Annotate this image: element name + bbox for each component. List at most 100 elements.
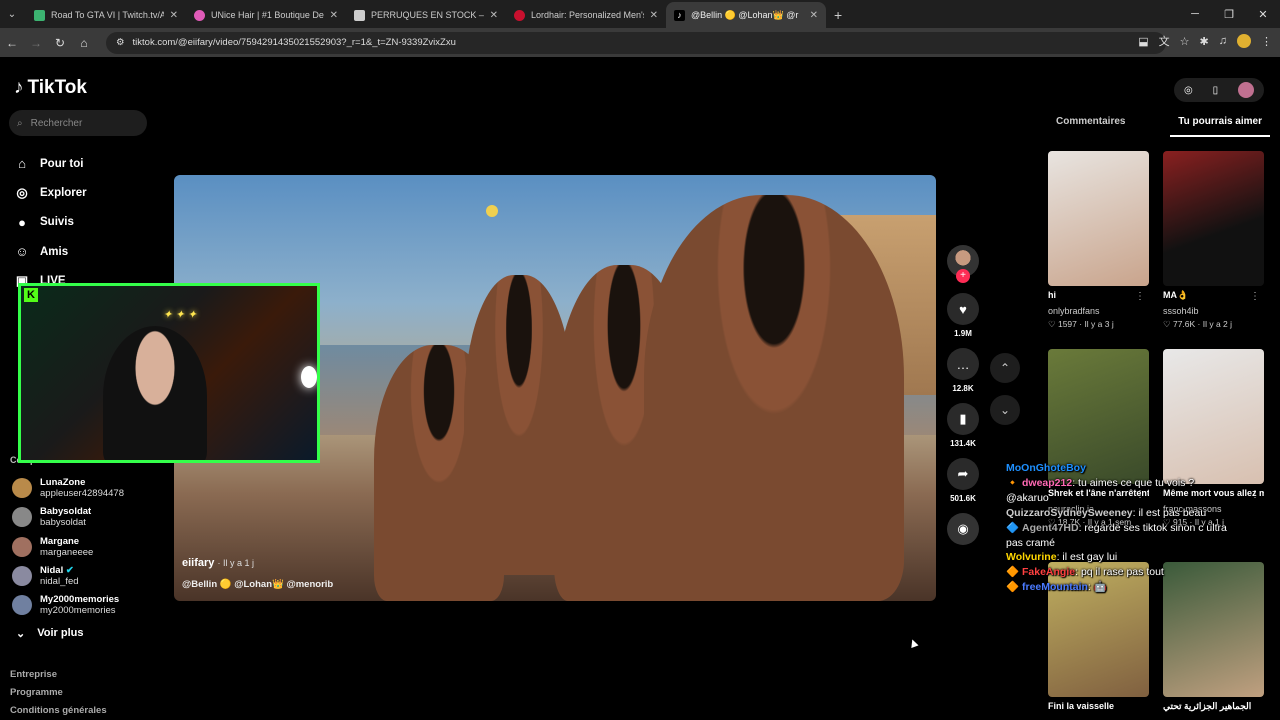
new-tab-icon[interactable]: + bbox=[834, 7, 842, 23]
search-input[interactable]: ⌕ Rechercher bbox=[9, 110, 147, 136]
tiktok-page: ♪ TikTok ⌕ Rechercher ⌂ Pour toi ◎ Explorer … bbox=[0, 57, 1280, 720]
close-tab-icon[interactable]: ✕ bbox=[490, 10, 498, 21]
tab-search-icon[interactable]: ⌄ bbox=[2, 4, 22, 24]
verified-icon: ✔ bbox=[65, 565, 74, 576]
browser-tab[interactable]: Lordhair: Personalized Men's H✕ bbox=[506, 2, 666, 28]
browser-tab[interactable]: Road To GTA VI | Twitch.tv/Akan✕ bbox=[26, 2, 186, 28]
comment-icon: … bbox=[956, 356, 970, 372]
followed-account[interactable]: Nidal ✔ nidal_fed bbox=[12, 565, 79, 587]
close-tab-icon[interactable]: ✕ bbox=[170, 10, 178, 21]
tiktok-logo[interactable]: ♪ TikTok bbox=[14, 77, 87, 99]
restore-icon[interactable]: ❐ bbox=[1212, 8, 1246, 21]
menu-icon[interactable]: ⋮ bbox=[1261, 35, 1272, 48]
sidebar-item-explorer[interactable]: ◎ Explorer bbox=[14, 178, 86, 207]
video-thumbnail bbox=[1048, 151, 1149, 286]
followed-account[interactable]: LunaZone appleuser42894478 bbox=[12, 477, 124, 499]
sidebar-item-pour-toi[interactable]: ⌂ Pour toi bbox=[14, 149, 87, 178]
avatar bbox=[12, 478, 32, 498]
more-options-icon[interactable]: ⋮ bbox=[1135, 291, 1145, 302]
following-icon: ● bbox=[18, 214, 26, 230]
video-author[interactable]: eiifary · Il y a 1 j bbox=[182, 557, 254, 569]
device-icon[interactable]: ▯ bbox=[1213, 85, 1219, 96]
music-disc-button[interactable]: ◉ bbox=[947, 513, 979, 545]
friends-icon: ☺ bbox=[15, 244, 29, 260]
search-icon: ⌕ bbox=[17, 117, 23, 129]
media-icon[interactable]: ♫ bbox=[1219, 35, 1227, 47]
ring-light-icon bbox=[301, 366, 317, 388]
avatar bbox=[12, 537, 32, 557]
sidebar-item-amis[interactable]: ☺ Amis bbox=[14, 237, 87, 266]
comment-button[interactable]: … bbox=[947, 348, 979, 380]
chat-message: 🔸 dweap212: tu aimes ce que tu vois ? @a… bbox=[1006, 476, 1195, 504]
favorite-count: 131.4K bbox=[950, 439, 976, 448]
tab-favicon-icon bbox=[34, 9, 45, 21]
bookmark-icon: ▮ bbox=[959, 411, 967, 426]
followed-account[interactable]: Margane marganeeee bbox=[12, 536, 93, 558]
avatar bbox=[12, 595, 32, 615]
close-tab-icon[interactable]: ✕ bbox=[650, 10, 658, 21]
minimize-icon[interactable]: ─ bbox=[1178, 8, 1212, 20]
bookmark-star-icon[interactable]: ☆ bbox=[1180, 35, 1190, 48]
browser-tab[interactable]: PERRUQUES EN STOCK – Glam✕ bbox=[346, 2, 506, 28]
browser-tab-active[interactable]: ♪ @Bellin 🟡 @Lohan👑 @r ✕ bbox=[666, 2, 826, 28]
install-icon[interactable]: ⬓ bbox=[1138, 35, 1148, 48]
home-icon: ⌂ bbox=[18, 156, 26, 172]
footer-link[interactable]: Entreprise bbox=[10, 669, 57, 680]
creator-avatar[interactable]: + bbox=[947, 245, 979, 283]
tab-recommendations[interactable]: Tu pourrais aimer bbox=[1170, 115, 1270, 137]
avatar bbox=[12, 566, 32, 586]
music-disc-icon: ◉ bbox=[957, 521, 969, 536]
share-button[interactable]: ➦ bbox=[947, 458, 979, 490]
chat-message: 🔶 FakeAngie: pq il rase pas tout bbox=[1006, 566, 1164, 579]
more-options-icon[interactable]: ⋮ bbox=[1250, 489, 1260, 500]
chat-badge-icon: 🔶 bbox=[1006, 581, 1020, 594]
chat-message: MoOnGhoteBoy bbox=[1006, 462, 1086, 474]
chat-badge-icon: 🔸 bbox=[1006, 476, 1020, 489]
follow-plus-icon[interactable]: + bbox=[956, 269, 970, 283]
browser-tab[interactable]: UNice Hair | #1 Boutique De Ha✕ bbox=[186, 2, 346, 28]
tab-comments[interactable]: Commentaires bbox=[1048, 115, 1133, 137]
video-ball bbox=[486, 205, 498, 217]
recommended-video-card[interactable]: ⋮ hi onlybradfans ♡ 1597 · Il y a 3 j bbox=[1048, 151, 1149, 330]
kick-logo-icon: K bbox=[24, 288, 38, 302]
profile-avatar[interactable] bbox=[1238, 82, 1255, 98]
footer-link[interactable]: Conditions générales bbox=[10, 705, 107, 716]
chat-badge-icon: 🔷 bbox=[1006, 521, 1020, 534]
streamer-webcam-overlay: K ✦ ✦ ✦ bbox=[18, 283, 320, 463]
compass-icon[interactable]: ◎ bbox=[1184, 85, 1193, 96]
profile-icon[interactable] bbox=[1237, 34, 1251, 48]
next-video-button[interactable]: ⌄ bbox=[990, 395, 1020, 425]
like-button[interactable]: ♥ bbox=[947, 293, 979, 325]
video-actions: + ♥ 1.9M … 12.8K ▮ 131.4K ➦ 501.6K ◉ bbox=[946, 245, 980, 545]
site-info-icon[interactable]: ⚙ bbox=[116, 37, 125, 48]
chat-message: 🔷 Agent47HD: regarde ses tiktok sinon c … bbox=[1006, 521, 1227, 549]
more-options-icon[interactable]: ⋮ bbox=[1250, 291, 1260, 302]
compass-icon: ◎ bbox=[16, 184, 28, 200]
video-thumbnail bbox=[1163, 151, 1264, 286]
video-caption[interactable]: @Bellin 🟡 @Lohan👑 @menorib bbox=[182, 579, 333, 590]
forward-icon[interactable]: → bbox=[24, 36, 48, 50]
url-field[interactable]: ⚙ tiktok.com/@eiifary/video/7594291435021… bbox=[106, 31, 1166, 54]
translate-icon[interactable]: 文 bbox=[1159, 33, 1170, 49]
sidebar-nav: ⌂ Pour toi ◎ Explorer ● Suivis ☺ Amis ▣ LIVE bbox=[14, 149, 87, 295]
close-tab-icon[interactable]: ✕ bbox=[330, 10, 338, 21]
home-browser-icon[interactable]: ⌂ bbox=[72, 36, 96, 50]
reload-icon[interactable]: ↻ bbox=[48, 36, 72, 50]
tab-favicon-icon bbox=[354, 9, 365, 21]
followed-account[interactable]: Babysoldat babysoldat bbox=[12, 506, 91, 528]
extensions-icon[interactable]: ✱ bbox=[1200, 35, 1209, 48]
see-more-button[interactable]: ⌄ Voir plus bbox=[16, 627, 83, 640]
share-icon: ➦ bbox=[957, 466, 969, 481]
sidebar-item-suivis[interactable]: ● Suivis bbox=[14, 208, 87, 237]
tab-favicon-icon bbox=[194, 9, 205, 21]
followed-account[interactable]: My2000memories my2000memories bbox=[12, 594, 119, 616]
footer-link[interactable]: Programme bbox=[10, 687, 63, 698]
close-tab-icon[interactable]: ✕ bbox=[810, 10, 818, 21]
previous-video-button[interactable]: ⌃ bbox=[990, 353, 1020, 383]
tiktok-favicon-icon: ♪ bbox=[674, 9, 685, 21]
back-icon[interactable]: ← bbox=[0, 36, 24, 50]
recommended-video-card[interactable]: ⋮ MA👌 sssoh4ib ♡ 77.6K · Il y a 2 j bbox=[1163, 151, 1264, 330]
favorite-button[interactable]: ▮ bbox=[947, 403, 979, 435]
close-window-icon[interactable]: ✕ bbox=[1246, 8, 1280, 21]
url-text: tiktok.com/@eiifary/video/75942914350215… bbox=[132, 37, 456, 48]
